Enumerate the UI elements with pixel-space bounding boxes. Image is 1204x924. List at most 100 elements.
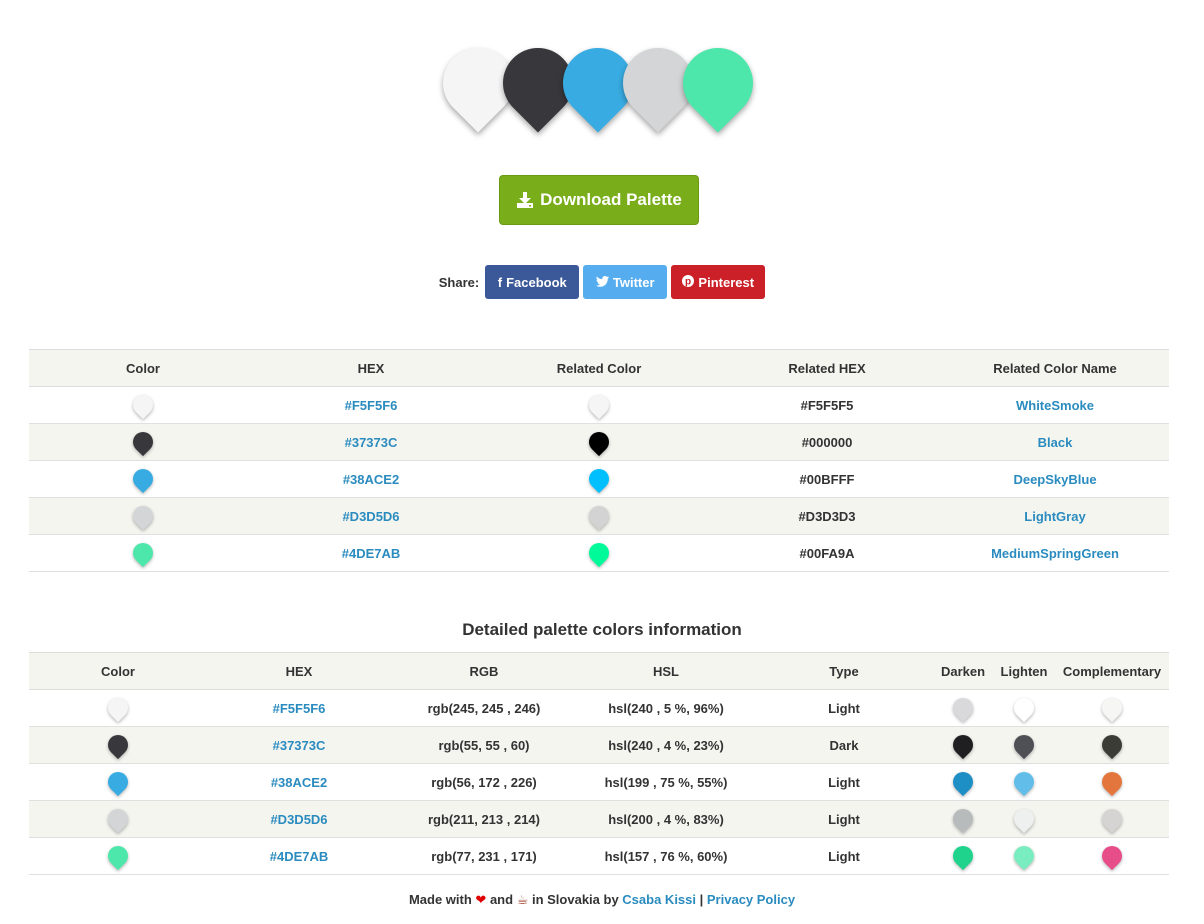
download-label: Download Palette bbox=[540, 190, 682, 209]
column-header: HEX bbox=[207, 652, 391, 690]
complementary-cell bbox=[1055, 726, 1169, 764]
color-swatch-icon bbox=[584, 501, 614, 531]
hsl-cell: hsl(240 , 4 %, 23%) bbox=[577, 726, 755, 764]
color-cell bbox=[29, 423, 257, 461]
color-swatch-icon bbox=[103, 693, 133, 723]
color-swatch-icon bbox=[103, 841, 133, 871]
hex-link[interactable]: #D3D5D6 bbox=[270, 812, 327, 827]
complementary-cell bbox=[1055, 800, 1169, 838]
related-name-cell: Black bbox=[941, 423, 1169, 461]
privacy-policy-link[interactable]: Privacy Policy bbox=[707, 892, 795, 907]
hsl-cell: hsl(157 , 76 %, 60%) bbox=[577, 837, 755, 875]
darken-cell bbox=[933, 689, 993, 727]
color-name-link[interactable]: WhiteSmoke bbox=[1016, 398, 1094, 413]
lighten-cell bbox=[993, 726, 1055, 764]
hex-link[interactable]: #37373C bbox=[345, 435, 398, 450]
color-swatch-icon bbox=[1009, 841, 1039, 871]
column-header: Color bbox=[29, 652, 207, 690]
table-header-row: Color HEX RGB HSL Type Darken Lighten Co… bbox=[29, 652, 1169, 690]
hex-cell: #D3D5D6 bbox=[257, 497, 485, 535]
hex-cell: #D3D5D6 bbox=[207, 800, 391, 838]
related-hex-cell: #F5F5F5 bbox=[713, 386, 941, 424]
color-swatch-icon bbox=[128, 464, 158, 494]
column-header: Type bbox=[755, 652, 933, 690]
color-swatch-icon bbox=[1009, 693, 1039, 723]
darken-cell bbox=[933, 800, 993, 838]
coffee-icon: ☕ bbox=[516, 892, 529, 907]
column-header: Color bbox=[29, 349, 257, 387]
facebook-share-button[interactable]: f Facebook bbox=[485, 265, 580, 299]
hex-link[interactable]: #D3D5D6 bbox=[342, 509, 399, 524]
hex-link[interactable]: #37373C bbox=[273, 738, 326, 753]
hsl-cell: hsl(240 , 5 %, 96%) bbox=[577, 689, 755, 727]
hex-link[interactable]: #38ACE2 bbox=[271, 775, 327, 790]
hex-cell: #38ACE2 bbox=[257, 460, 485, 498]
color-cell bbox=[29, 800, 207, 838]
color-name-link[interactable]: MediumSpringGreen bbox=[991, 546, 1119, 561]
color-name-link[interactable]: LightGray bbox=[1024, 509, 1085, 524]
related-name-cell: LightGray bbox=[941, 497, 1169, 535]
related-color-cell bbox=[485, 423, 713, 461]
detail-colors-table: Color HEX RGB HSL Type Darken Lighten Co… bbox=[29, 652, 1169, 875]
rgb-cell: rgb(245, 245 , 246) bbox=[391, 689, 577, 727]
column-header: HEX bbox=[257, 349, 485, 387]
download-palette-button[interactable]: Download Palette bbox=[499, 175, 699, 225]
heart-icon: ❤ bbox=[475, 892, 487, 907]
footer-in-slovakia: in Slovakia by bbox=[531, 892, 619, 907]
rgb-cell: rgb(55, 55 , 60) bbox=[391, 726, 577, 764]
download-icon bbox=[516, 191, 534, 209]
color-swatch-icon bbox=[128, 538, 158, 568]
color-swatch-icon bbox=[584, 427, 614, 457]
pinterest-share-button[interactable]: p Pinterest bbox=[671, 265, 766, 299]
hex-link[interactable]: #4DE7AB bbox=[270, 849, 329, 864]
color-swatch-icon bbox=[1097, 804, 1127, 834]
darken-cell bbox=[933, 763, 993, 801]
table-row: #4DE7AB #00FA9A MediumSpringGreen bbox=[29, 534, 1169, 572]
hex-cell: #4DE7AB bbox=[257, 534, 485, 572]
color-cell bbox=[29, 497, 257, 535]
lighten-cell bbox=[993, 689, 1055, 727]
rgb-cell: rgb(77, 231 , 171) bbox=[391, 837, 577, 875]
type-cell: Light bbox=[755, 837, 933, 875]
twitter-share-button[interactable]: Twitter bbox=[583, 265, 668, 299]
type-cell: Dark bbox=[755, 726, 933, 764]
table-row: #D3D5D6 #D3D3D3 LightGray bbox=[29, 497, 1169, 535]
column-header: Darken bbox=[933, 652, 993, 690]
author-link[interactable]: Csaba Kissi bbox=[622, 892, 696, 907]
complementary-cell bbox=[1055, 763, 1169, 801]
color-swatch-icon bbox=[584, 464, 614, 494]
hex-link[interactable]: #4DE7AB bbox=[342, 546, 401, 561]
lighten-cell bbox=[993, 800, 1055, 838]
color-swatch-icon bbox=[103, 804, 133, 834]
table-row: #D3D5D6 rgb(211, 213 , 214) hsl(200 , 4 %,… bbox=[29, 800, 1169, 838]
related-hex-cell: #D3D3D3 bbox=[713, 497, 941, 535]
hex-cell: #4DE7AB bbox=[207, 837, 391, 875]
palette-color-drop[interactable] bbox=[668, 33, 768, 133]
hex-link[interactable]: #F5F5F6 bbox=[345, 398, 398, 413]
color-swatch-icon bbox=[103, 767, 133, 797]
darken-cell bbox=[933, 726, 993, 764]
table-row: #37373C rgb(55, 55 , 60) hsl(240 , 4 %, 23… bbox=[29, 726, 1169, 764]
related-color-cell bbox=[485, 534, 713, 572]
hex-link[interactable]: #38ACE2 bbox=[343, 472, 399, 487]
column-header: Related Color Name bbox=[941, 349, 1169, 387]
facebook-label: Facebook bbox=[506, 274, 567, 290]
table-row: #F5F5F6 #F5F5F5 WhiteSmoke bbox=[29, 386, 1169, 424]
type-cell: Light bbox=[755, 763, 933, 801]
hex-link[interactable]: #F5F5F6 bbox=[273, 701, 326, 716]
color-swatch-icon bbox=[584, 390, 614, 420]
color-name-link[interactable]: DeepSkyBlue bbox=[1013, 472, 1096, 487]
related-color-cell bbox=[485, 460, 713, 498]
color-name-link[interactable]: Black bbox=[1038, 435, 1073, 450]
column-header: Related HEX bbox=[713, 349, 941, 387]
complementary-cell bbox=[1055, 689, 1169, 727]
type-cell: Light bbox=[755, 689, 933, 727]
color-swatch-icon bbox=[948, 767, 978, 797]
share-bar: Share: f Facebook Twitter p Pinterest bbox=[0, 265, 1204, 299]
table-row: #38ACE2 #00BFFF DeepSkyBlue bbox=[29, 460, 1169, 498]
hsl-cell: hsl(200 , 4 %, 83%) bbox=[577, 800, 755, 838]
color-cell bbox=[29, 534, 257, 572]
hex-cell: #37373C bbox=[257, 423, 485, 461]
type-cell: Light bbox=[755, 800, 933, 838]
lighten-cell bbox=[993, 763, 1055, 801]
